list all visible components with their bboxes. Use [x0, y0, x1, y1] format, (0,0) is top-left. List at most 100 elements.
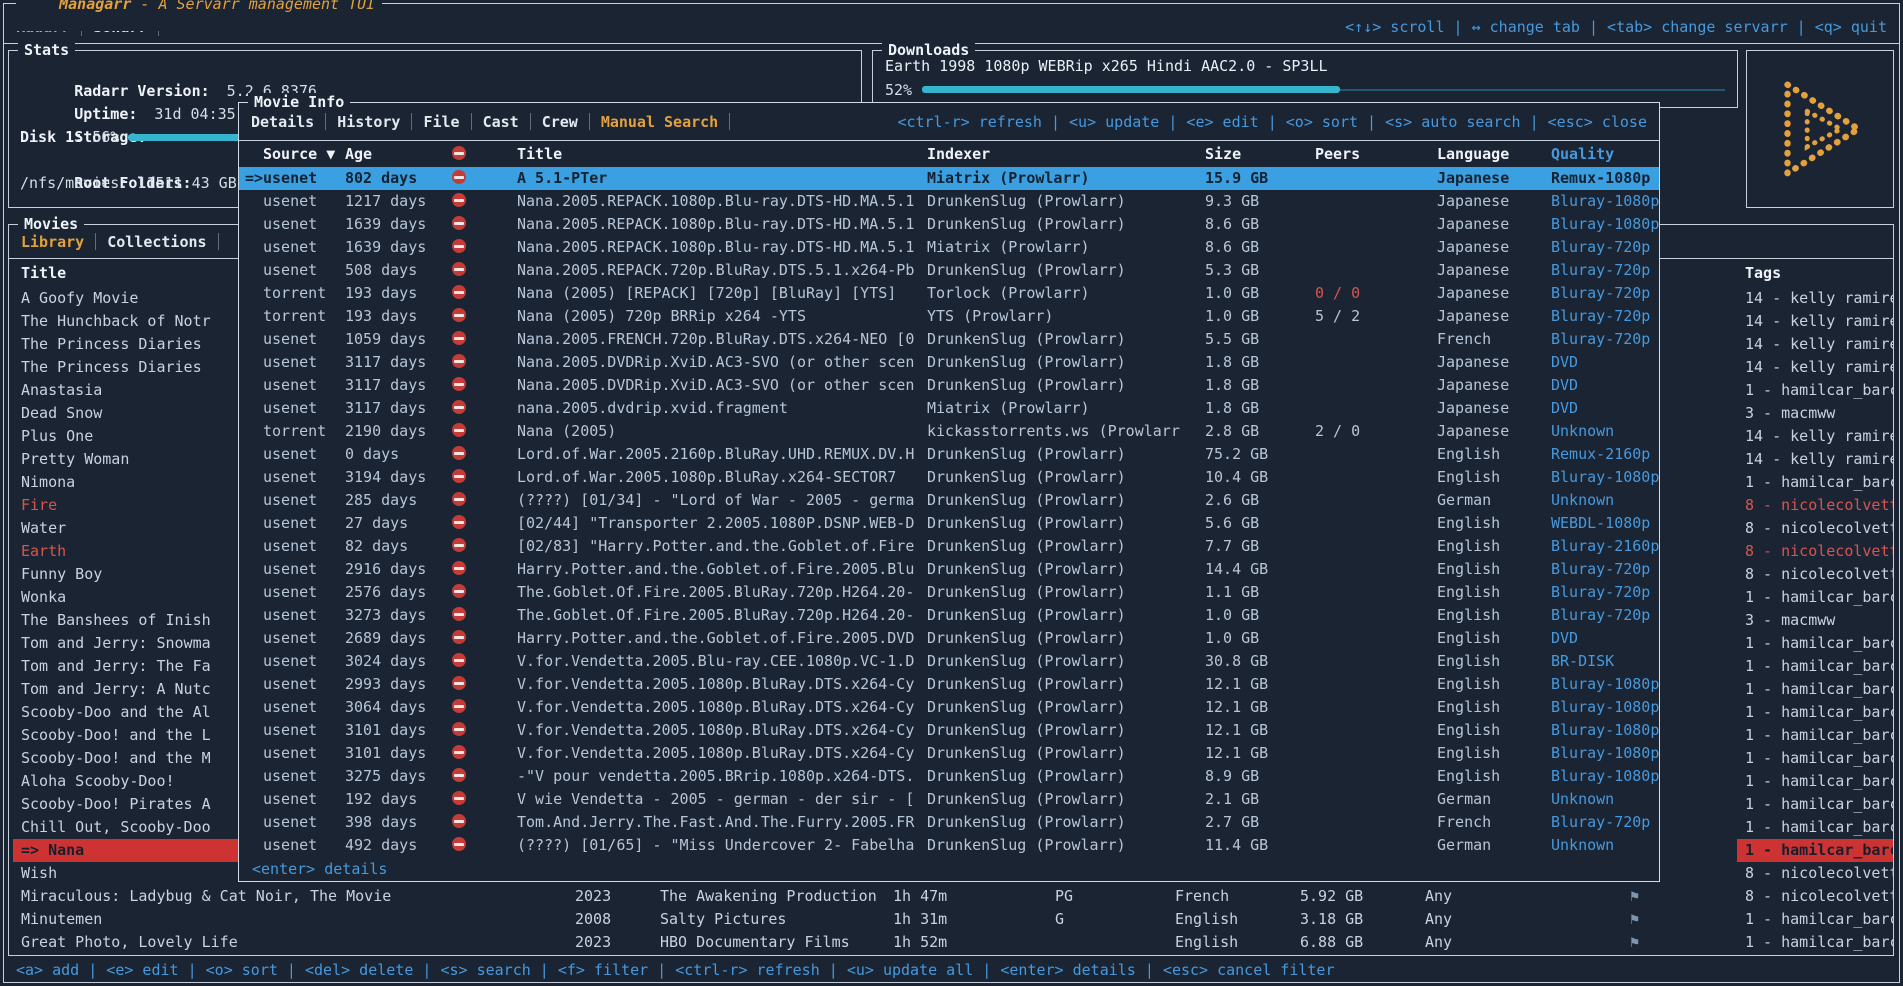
movie-title-cell: Great Photo, Lovely Life — [13, 931, 569, 954]
search-result-row[interactable]: usenet 492 days (????) [01/65] - "Miss U… — [239, 834, 1659, 857]
result-size: 8.6 GB — [1205, 213, 1259, 236]
search-result-row[interactable]: usenet 192 days V wie Vendetta - 2005 - … — [239, 788, 1659, 811]
result-language: Japanese — [1437, 167, 1509, 190]
result-size: 8.9 GB — [1205, 765, 1259, 788]
quality-column-header[interactable]: Quality — [1551, 141, 1614, 167]
movie-title: A Goofy Movie — [21, 289, 138, 307]
search-result-row[interactable]: usenet 3194 days Lord.of.War.2005.1080p.… — [239, 466, 1659, 489]
movie-title: The Princess Diaries — [21, 335, 202, 353]
search-result-row[interactable]: usenet 2576 days The.Goblet.Of.Fire.2005… — [239, 581, 1659, 604]
movie-row[interactable]: Miraculous: Ladybug & Cat Noir, The Movi… — [9, 885, 1893, 908]
search-result-row[interactable]: usenet 3024 days V.for.Vendetta.2005.Blu… — [239, 650, 1659, 673]
movies-tab[interactable]: Collections — [107, 233, 206, 251]
movie-info-tab[interactable]: Details — [251, 113, 314, 131]
search-result-row[interactable]: usenet 2993 days V.for.Vendetta.2005.108… — [239, 673, 1659, 696]
result-age: 3064 days — [345, 696, 426, 719]
result-source: usenet — [263, 696, 317, 719]
result-quality: Bluray-1080p — [1551, 719, 1659, 742]
result-age: 2689 days — [345, 627, 426, 650]
tags-column-header[interactable]: Tags — [1745, 259, 1781, 287]
search-result-row[interactable]: usenet 3101 days V.for.Vendetta.2005.108… — [239, 719, 1659, 742]
result-peers: 0 / 0 — [1315, 282, 1360, 305]
result-language: English — [1437, 742, 1500, 765]
movie-info-tab[interactable]: File — [423, 113, 459, 131]
source-column-header[interactable]: Source▼ — [263, 141, 335, 167]
search-result-row[interactable]: torrent 193 days Nana (2005) 720p BRRip … — [239, 305, 1659, 328]
result-source: usenet — [263, 374, 317, 397]
result-quality: Remux-2160p — [1551, 443, 1650, 466]
movie-info-tab[interactable]: Manual Search — [601, 113, 718, 131]
result-size: 1.8 GB — [1205, 351, 1259, 374]
search-result-row[interactable]: usenet 0 days Lord.of.War.2005.2160p.Blu… — [239, 443, 1659, 466]
result-source: usenet — [263, 604, 317, 627]
no-entry-icon — [439, 374, 479, 397]
result-age: 508 days — [345, 259, 417, 282]
movie-studio: Salty Pictures — [660, 908, 886, 931]
search-result-row[interactable]: usenet 3273 days The.Goblet.Of.Fire.2005… — [239, 604, 1659, 627]
indexer-column-header[interactable]: Indexer — [927, 141, 1199, 167]
result-indexer: DrunkenSlug (Prowlarr) — [927, 535, 1199, 558]
search-result-row[interactable]: usenet 3117 days Nana.2005.DVDRip.XviD.A… — [239, 351, 1659, 374]
movies-tab[interactable]: Library — [21, 233, 84, 251]
search-result-row[interactable]: usenet 398 days Tom.And.Jerry.The.Fast.A… — [239, 811, 1659, 834]
result-language: German — [1437, 834, 1491, 857]
movie-title: Nana — [48, 841, 84, 859]
result-source: usenet — [263, 558, 317, 581]
result-language: English — [1437, 443, 1500, 466]
search-result-row[interactable]: usenet 508 days Nana.2005.REPACK.720p.Bl… — [239, 259, 1659, 282]
movie-info-tab[interactable]: Cast — [483, 113, 519, 131]
modal-footer-keybindings: <enter> details — [239, 857, 400, 881]
movie-tag: 8 - nicolecolvett — [1737, 494, 1893, 517]
search-result-row[interactable]: usenet 1217 days Nana.2005.REPACK.1080p.… — [239, 190, 1659, 213]
search-result-row[interactable]: usenet 3064 days V.for.Vendetta.2005.108… — [239, 696, 1659, 719]
search-result-row[interactable]: usenet 3117 days Nana.2005.DVDRip.XviD.A… — [239, 374, 1659, 397]
search-result-row[interactable]: torrent 2190 days Nana (2005) kickasstor… — [239, 420, 1659, 443]
no-entry-icon — [439, 167, 479, 190]
peers-column-header[interactable]: Peers — [1315, 141, 1360, 167]
movie-row[interactable]: Great Photo, Lovely Life 2023 HBO Docume… — [9, 931, 1893, 954]
search-result-row[interactable]: usenet 285 days (????) [01/34] - "Lord o… — [239, 489, 1659, 512]
movie-tag: 1 - hamilcar_barca — [1737, 747, 1893, 770]
downloads-panel: Downloads Earth 1998 1080p WEBRip x265 H… — [872, 50, 1738, 108]
search-result-row[interactable]: torrent 193 days Nana (2005) [REPACK] [7… — [239, 282, 1659, 305]
search-result-row[interactable]: => usenet 802 days A 5.1-PTer Miatrix (P… — [239, 167, 1659, 190]
search-result-row[interactable]: usenet 3101 days V.for.Vendetta.2005.108… — [239, 742, 1659, 765]
result-source: usenet — [263, 167, 317, 190]
language-column-header[interactable]: Language — [1437, 141, 1509, 167]
disk-label: Disk 1: — [20, 126, 83, 149]
age-column-header[interactable]: Age — [345, 141, 372, 167]
search-result-row[interactable]: usenet 1639 days Nana.2005.REPACK.1080p.… — [239, 236, 1659, 259]
movie-info-tab[interactable]: History — [337, 113, 400, 131]
app-name: Managarr — [59, 0, 131, 13]
result-title: Nana (2005) — [517, 420, 921, 443]
search-result-row[interactable]: usenet 1059 days Nana.2005.FRENCH.720p.B… — [239, 328, 1659, 351]
result-peers: 2 / 0 — [1315, 420, 1360, 443]
result-quality: Unknown — [1551, 834, 1614, 857]
title-column-header[interactable]: Title — [517, 141, 921, 167]
result-indexer: DrunkenSlug (Prowlarr) — [927, 788, 1199, 811]
title-column-header[interactable]: Title — [21, 259, 66, 287]
no-entry-icon — [439, 397, 479, 420]
search-result-row[interactable]: usenet 2689 days Harry.Potter.and.the.Go… — [239, 627, 1659, 650]
sort-desc-icon: ▼ — [326, 145, 335, 163]
movie-info-tab[interactable]: Crew — [542, 113, 578, 131]
search-result-row[interactable]: usenet 27 days [02/44] "Transporter 2.20… — [239, 512, 1659, 535]
download-item[interactable]: Earth 1998 1080p WEBRip x265 Hindi AAC2.… — [873, 54, 1737, 78]
result-size: 1.8 GB — [1205, 374, 1259, 397]
size-column-header[interactable]: Size — [1205, 141, 1241, 167]
movie-title: Scooby-Doo! Pirates A — [21, 795, 211, 813]
search-result-row[interactable]: usenet 3275 days -"V pour vendetta.2005.… — [239, 765, 1659, 788]
result-indexer: DrunkenSlug (Prowlarr) — [927, 443, 1199, 466]
search-result-row[interactable]: usenet 2916 days Harry.Potter.and.the.Go… — [239, 558, 1659, 581]
result-size: 10.4 GB — [1205, 466, 1268, 489]
search-result-row[interactable]: usenet 3117 days nana.2005.dvdrip.xvid.f… — [239, 397, 1659, 420]
search-result-row[interactable]: usenet 82 days [02/83] "Harry.Potter.and… — [239, 535, 1659, 558]
movie-title: The Princess Diaries — [21, 358, 202, 376]
result-language: English — [1437, 581, 1500, 604]
search-result-row[interactable]: usenet 1639 days Nana.2005.REPACK.1080p.… — [239, 213, 1659, 236]
movie-language: English — [1175, 931, 1238, 954]
result-title: Lord.of.War.2005.2160p.BluRay.UHD.REMUX.… — [517, 443, 921, 466]
movie-size: 5.92 GB — [1300, 885, 1363, 908]
movie-row[interactable]: Minutemen 2008 Salty Pictures 1h 31m G E… — [9, 908, 1893, 931]
result-age: 3117 days — [345, 397, 426, 420]
